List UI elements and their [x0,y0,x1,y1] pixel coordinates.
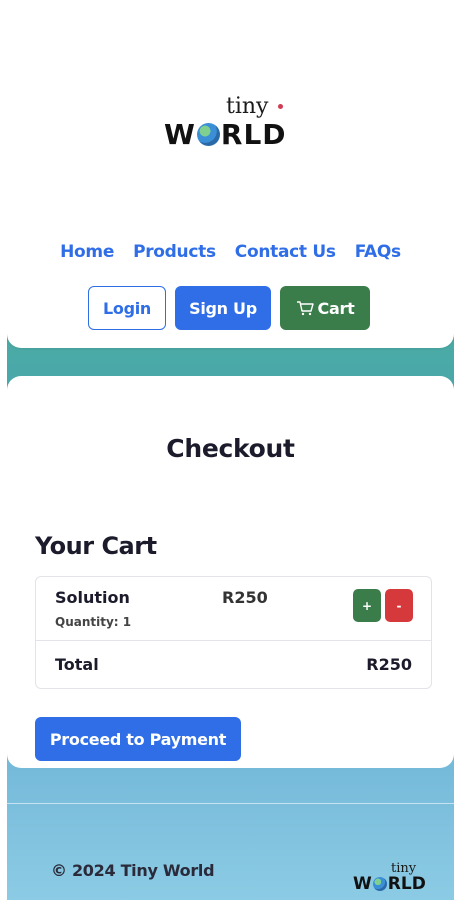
item-price: R250 [222,588,268,607]
logo-w: W [164,118,196,151]
cart-heading: Your Cart [35,532,157,560]
login-button[interactable]: Login [88,286,166,330]
increase-quantity-button[interactable]: + [353,589,381,622]
nav-faqs-link[interactable]: FAQs [355,242,402,262]
footer-logo-rld: RLD [387,874,426,894]
cart-icon [296,301,314,316]
logo-accent-dot [278,104,283,109]
cart-button-label: Cart [317,298,355,318]
auth-buttons: Login Sign Up Cart [88,286,370,330]
checkout-title: Checkout [166,434,295,463]
nav-contact-link[interactable]: Contact Us [235,242,336,262]
signup-button[interactable]: Sign Up [175,286,271,330]
cart-total-row: Total R250 [36,641,431,689]
footer-logo[interactable]: tiny W RLD [353,861,433,900]
nav-home-link[interactable]: Home [60,242,114,262]
total-label: Total [55,655,99,674]
decrease-quantity-button[interactable]: - [385,589,413,622]
item-name: Solution [55,588,130,607]
footer-logo-world: W RLD [353,874,426,894]
logo-world-text: W RLD [164,118,287,151]
item-quantity: Quantity: 1 [55,615,132,629]
footer-copyright: © 2024 Tiny World [51,861,215,880]
cart-button[interactable]: Cart [280,286,370,330]
brand-logo[interactable]: tiny W RLD [164,94,294,158]
cart-table: Solution Quantity: 1 R250 + - Total R250 [35,576,432,689]
page-background: tiny W RLD Home Products Contact Us FAQs… [7,10,454,900]
checkout-card: Checkout Your Cart Solution Quantity: 1 … [7,376,454,768]
logo-tiny-text: tiny [226,94,269,119]
footer-globe-icon [372,877,387,891]
total-value: R250 [366,655,412,674]
nav-products-link[interactable]: Products [133,242,216,262]
main-nav: Home Products Contact Us FAQs [7,242,454,262]
globe-icon [196,123,220,146]
footer-logo-w: W [353,874,372,894]
site-header: tiny W RLD Home Products Contact Us FAQs… [7,10,454,348]
footer-divider [7,803,454,804]
cart-item-row: Solution Quantity: 1 R250 + - [36,577,431,641]
logo-rld: RLD [220,118,287,151]
proceed-to-payment-button[interactable]: Proceed to Payment [35,717,241,761]
